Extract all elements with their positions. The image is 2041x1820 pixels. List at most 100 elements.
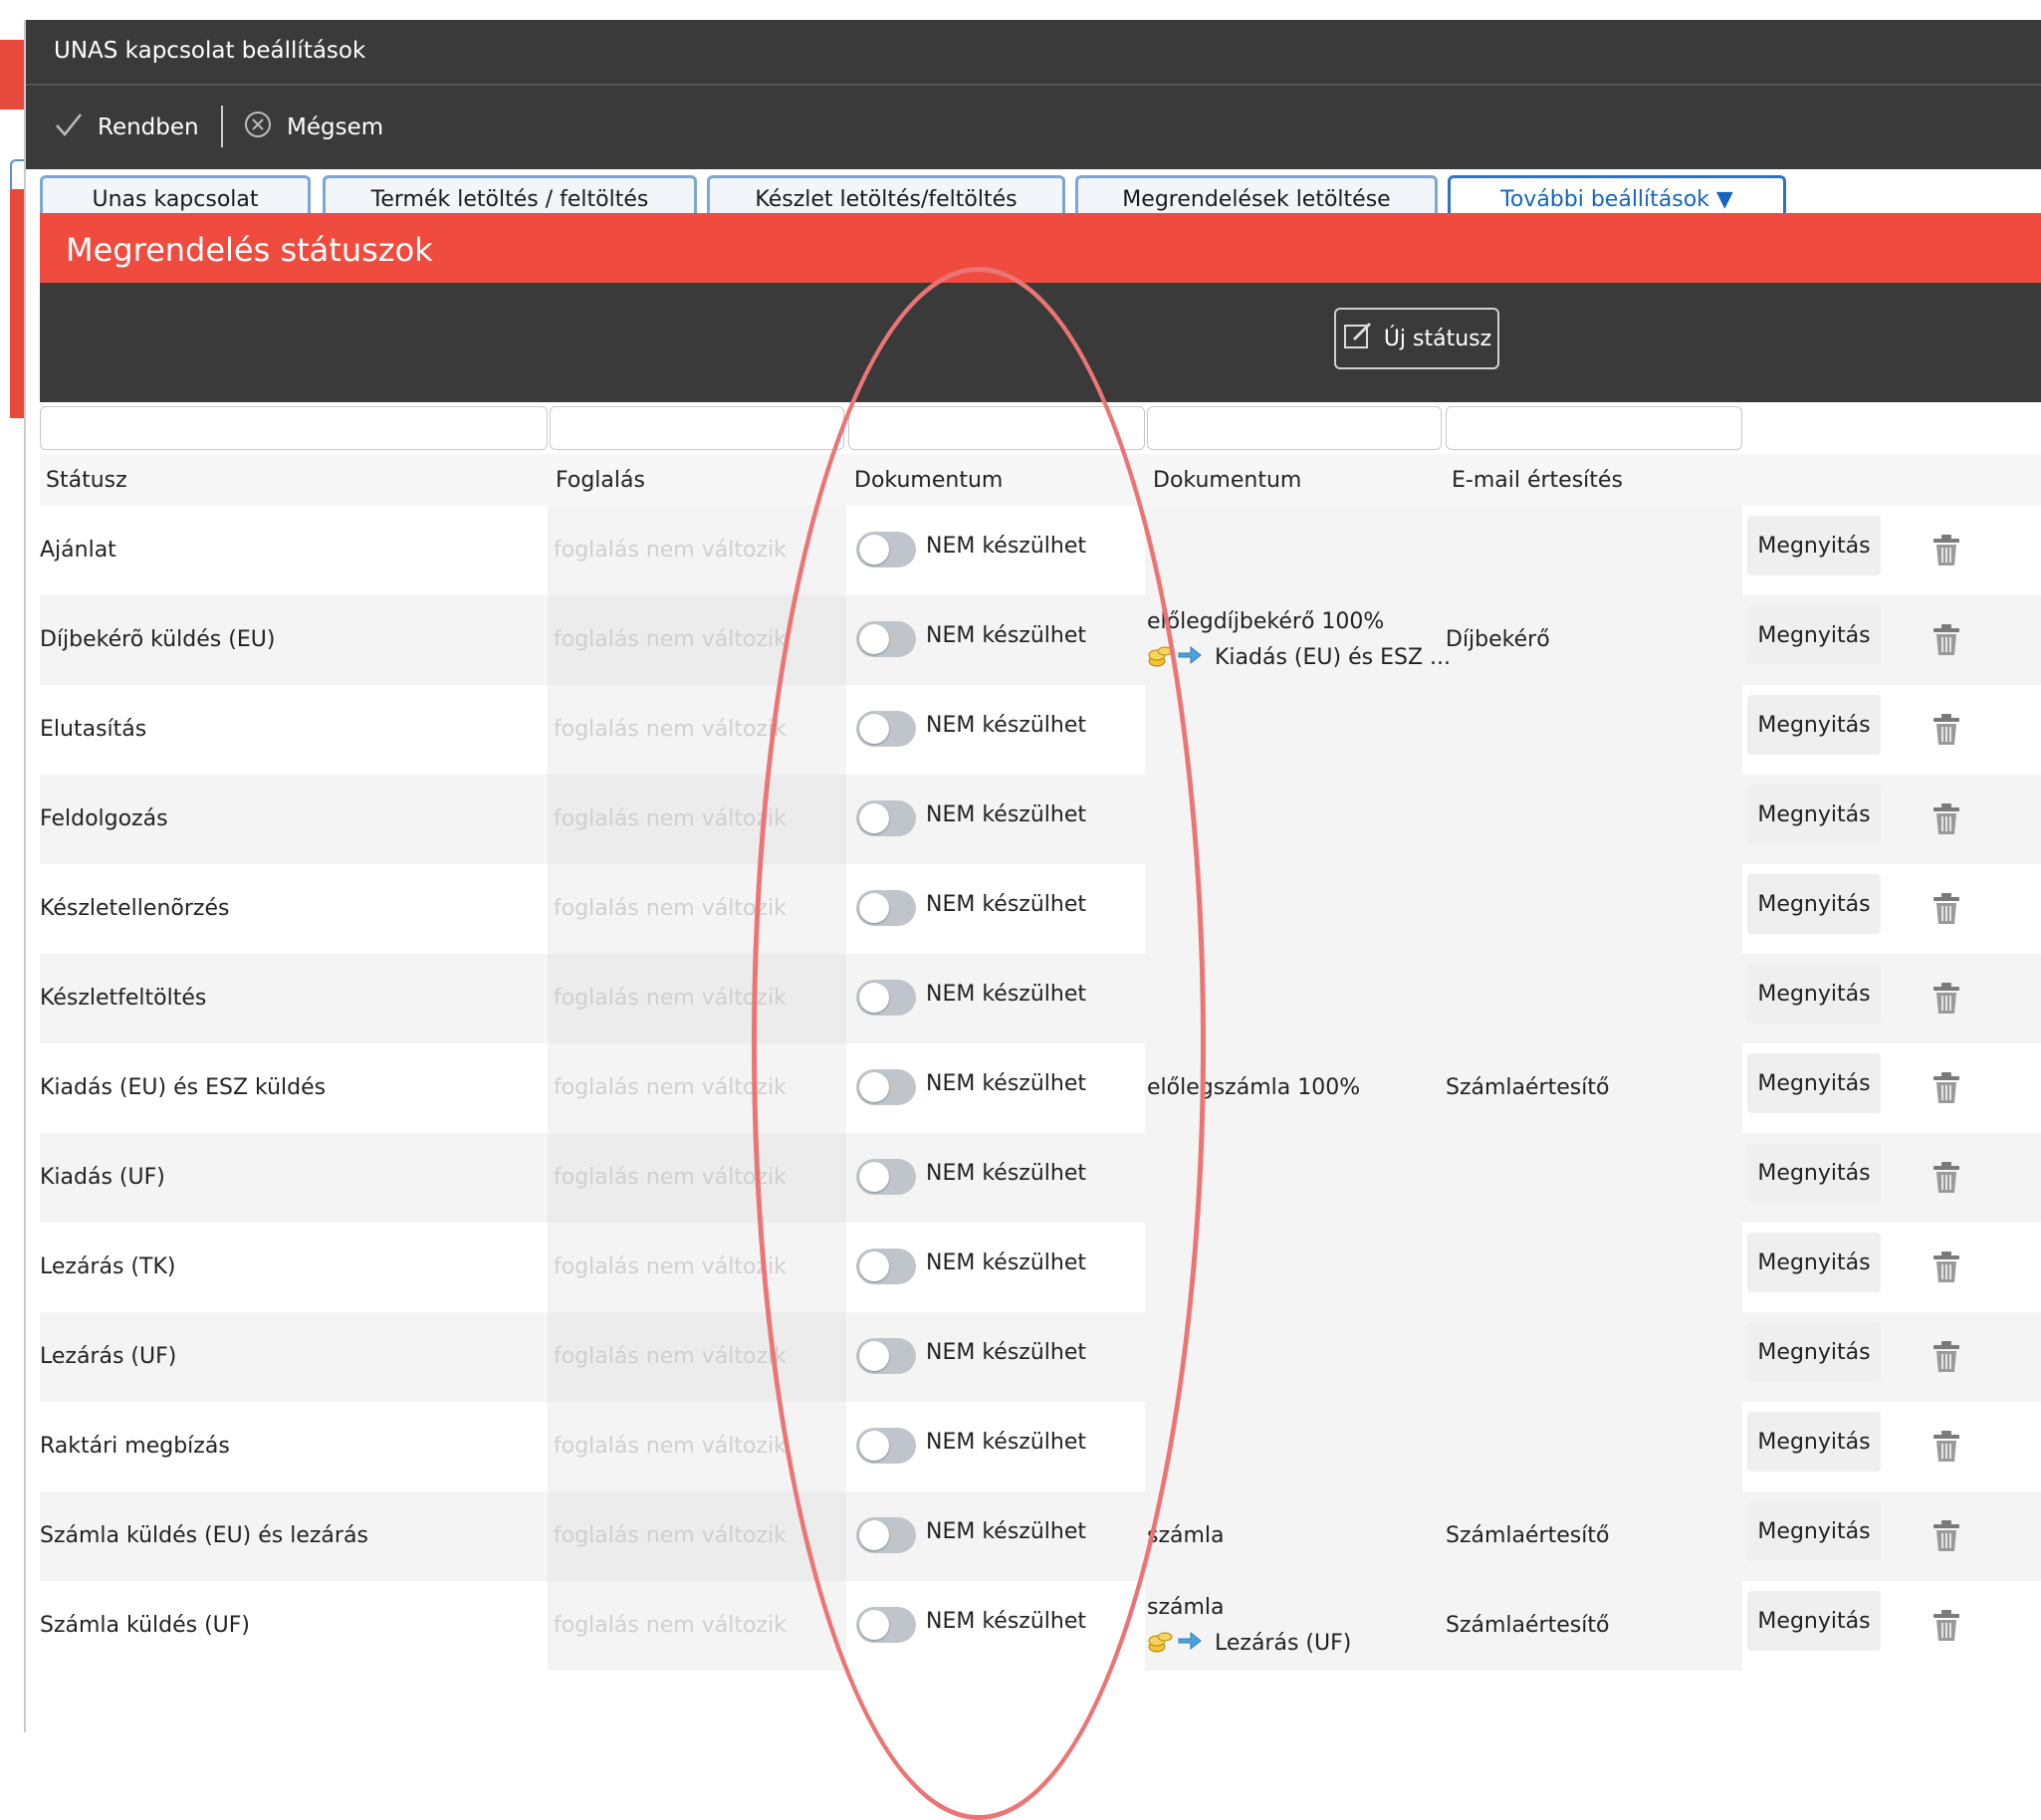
table-row[interactable]: Elutasítás foglalás nem változik NEM készü… [40,685,2041,775]
toggle-label: NEM készülhet [926,1071,1086,1096]
open-button[interactable]: Megnyitás [1747,1412,1881,1472]
email-cell-bg [1444,685,1742,775]
background-red-block [0,40,24,110]
dialog-window: UNAS kapcsolat beállítások Rendben Mégse… [24,20,2041,1732]
table-row[interactable]: Lezárás (TK) foglalás nem változik NEM kés… [40,1223,2041,1312]
document-toggle[interactable] [856,532,916,568]
ok-button[interactable]: Rendben [54,106,199,149]
document-toggle[interactable] [856,890,916,926]
table-row[interactable]: Ajánlat foglalás nem változik NEM készülhe… [40,506,2041,595]
open-button[interactable]: Megnyitás [1747,1501,1881,1561]
document-value: előlegszámla 100% [1147,1075,1361,1100]
document-toggle[interactable] [856,1338,916,1374]
table-row[interactable]: Készletellenõrzés foglalás nem változik NE… [40,864,2041,954]
status-name: Raktári megbízás [40,1434,230,1459]
table-row[interactable]: Készletfeltöltés foglalás nem változik NEM… [40,954,2041,1043]
email-value: Számlaértesítő [1446,1075,1610,1100]
trash-icon[interactable] [1931,802,1961,840]
toolbar: Rendben Mégsem [26,86,2041,169]
document-toggle[interactable] [856,1428,916,1464]
table-row[interactable]: Számla küldés (EU) és lezárás foglalás ne… [40,1491,2041,1581]
table-row[interactable]: Raktári megbízás foglalás nem változik NEM… [40,1402,2041,1491]
email-cell-bg [1444,1223,1742,1312]
col-email[interactable]: E-mail értesítés [1452,468,1623,493]
doc-cell-bg [1145,1402,1444,1491]
document-toggle[interactable] [856,1249,916,1284]
email-cell-bg [1444,1133,1742,1223]
open-button[interactable]: Megnyitás [1747,605,1881,665]
filter-email-input[interactable] [1446,406,1742,450]
document-toggle[interactable] [856,800,916,836]
document-toggle[interactable] [856,711,916,747]
document-value: számla [1147,1595,1225,1620]
table-row[interactable]: Kiadás (EU) és ESZ küldés foglalás nem vá… [40,1043,2041,1133]
toggle-label: NEM készülhet [926,892,1086,917]
status-name: Lezárás (UF) [40,1344,177,1369]
foglalas-value: foglalás nem változik [554,1075,787,1100]
toggle-label: NEM készülhet [926,982,1086,1007]
status-name: Számla küldés (UF) [40,1613,251,1638]
toggle-knob [859,1072,889,1102]
open-button[interactable]: Megnyitás [1747,1143,1881,1203]
filter-row [40,406,2041,452]
foglalas-value: foglalás nem változik [554,1523,787,1548]
col-foglalas[interactable]: Foglalás [556,468,645,493]
document-toggle[interactable] [856,1069,916,1105]
trash-icon[interactable] [1931,982,1961,1020]
trash-icon[interactable] [1931,1340,1961,1378]
document-toggle[interactable] [856,1517,916,1553]
trash-icon[interactable] [1931,534,1961,571]
table-row[interactable]: Kiadás (UF) foglalás nem változik NEM kész… [40,1133,2041,1223]
trash-icon[interactable] [1931,1251,1961,1288]
doc-cell-bg [1145,685,1444,775]
col-dokumentum-2[interactable]: Dokumentum [1153,468,1301,493]
trash-icon[interactable] [1931,623,1961,661]
trash-icon[interactable] [1931,1161,1961,1199]
open-button[interactable]: Megnyitás [1747,516,1881,575]
trash-icon[interactable] [1931,1071,1961,1109]
filter-dokumentum-input[interactable] [848,406,1145,450]
open-button[interactable]: Megnyitás [1747,1322,1881,1382]
doc-cell-bg [1145,864,1444,954]
toggle-knob [859,1431,889,1461]
open-button[interactable]: Megnyitás [1747,785,1881,844]
open-button[interactable]: Megnyitás [1747,1233,1881,1292]
open-button[interactable]: Megnyitás [1747,964,1881,1024]
filter-status-input[interactable] [40,406,548,450]
new-status-label: Új státusz [1383,326,1492,351]
coins-icon [1147,641,1177,675]
checkmark-icon [54,110,84,145]
trash-icon[interactable] [1931,892,1961,930]
trash-icon[interactable] [1931,1609,1961,1647]
document-toggle[interactable] [856,621,916,657]
toggle-knob [859,624,889,654]
new-status-button[interactable]: Új státusz [1334,308,1499,369]
document-value: számla [1147,1523,1225,1548]
foglalas-value: foglalás nem változik [554,806,787,831]
filter-foglalas-input[interactable] [550,406,844,450]
table-row[interactable]: Számla küldés (UF) foglalás nem változik N… [40,1581,2041,1671]
open-button[interactable]: Megnyitás [1747,1591,1881,1651]
table-row[interactable]: Díjbekérõ küldés (EU) foglalás nem változ… [40,595,2041,685]
open-button[interactable]: Megnyitás [1747,1053,1881,1113]
open-button[interactable]: Megnyitás [1747,874,1881,934]
email-cell-bg [1444,1312,1742,1402]
document-toggle[interactable] [856,980,916,1016]
filter-dokumentum2-input[interactable] [1147,406,1442,450]
table-row[interactable]: Lezárás (UF) foglalás nem változik NEM kés… [40,1312,2041,1402]
cancel-button[interactable]: Mégsem [243,106,383,149]
doc-cell-bg [1145,1133,1444,1223]
document-toggle[interactable] [856,1159,916,1195]
col-dokumentum[interactable]: Dokumentum [854,468,1003,493]
document-toggle[interactable] [856,1607,916,1643]
open-button[interactable]: Megnyitás [1747,695,1881,755]
trash-icon[interactable] [1931,713,1961,751]
trash-icon[interactable] [1931,1430,1961,1468]
status-name: Elutasítás [40,717,147,742]
cancel-button-label: Mégsem [287,114,384,140]
foglalas-value: foglalás nem változik [554,1613,787,1638]
next-status: Lezárás (UF) [1147,1627,1351,1661]
col-status[interactable]: Státusz [46,468,127,493]
table-row[interactable]: Feldolgozás foglalás nem változik NEM kész… [40,775,2041,864]
trash-icon[interactable] [1931,1519,1961,1557]
